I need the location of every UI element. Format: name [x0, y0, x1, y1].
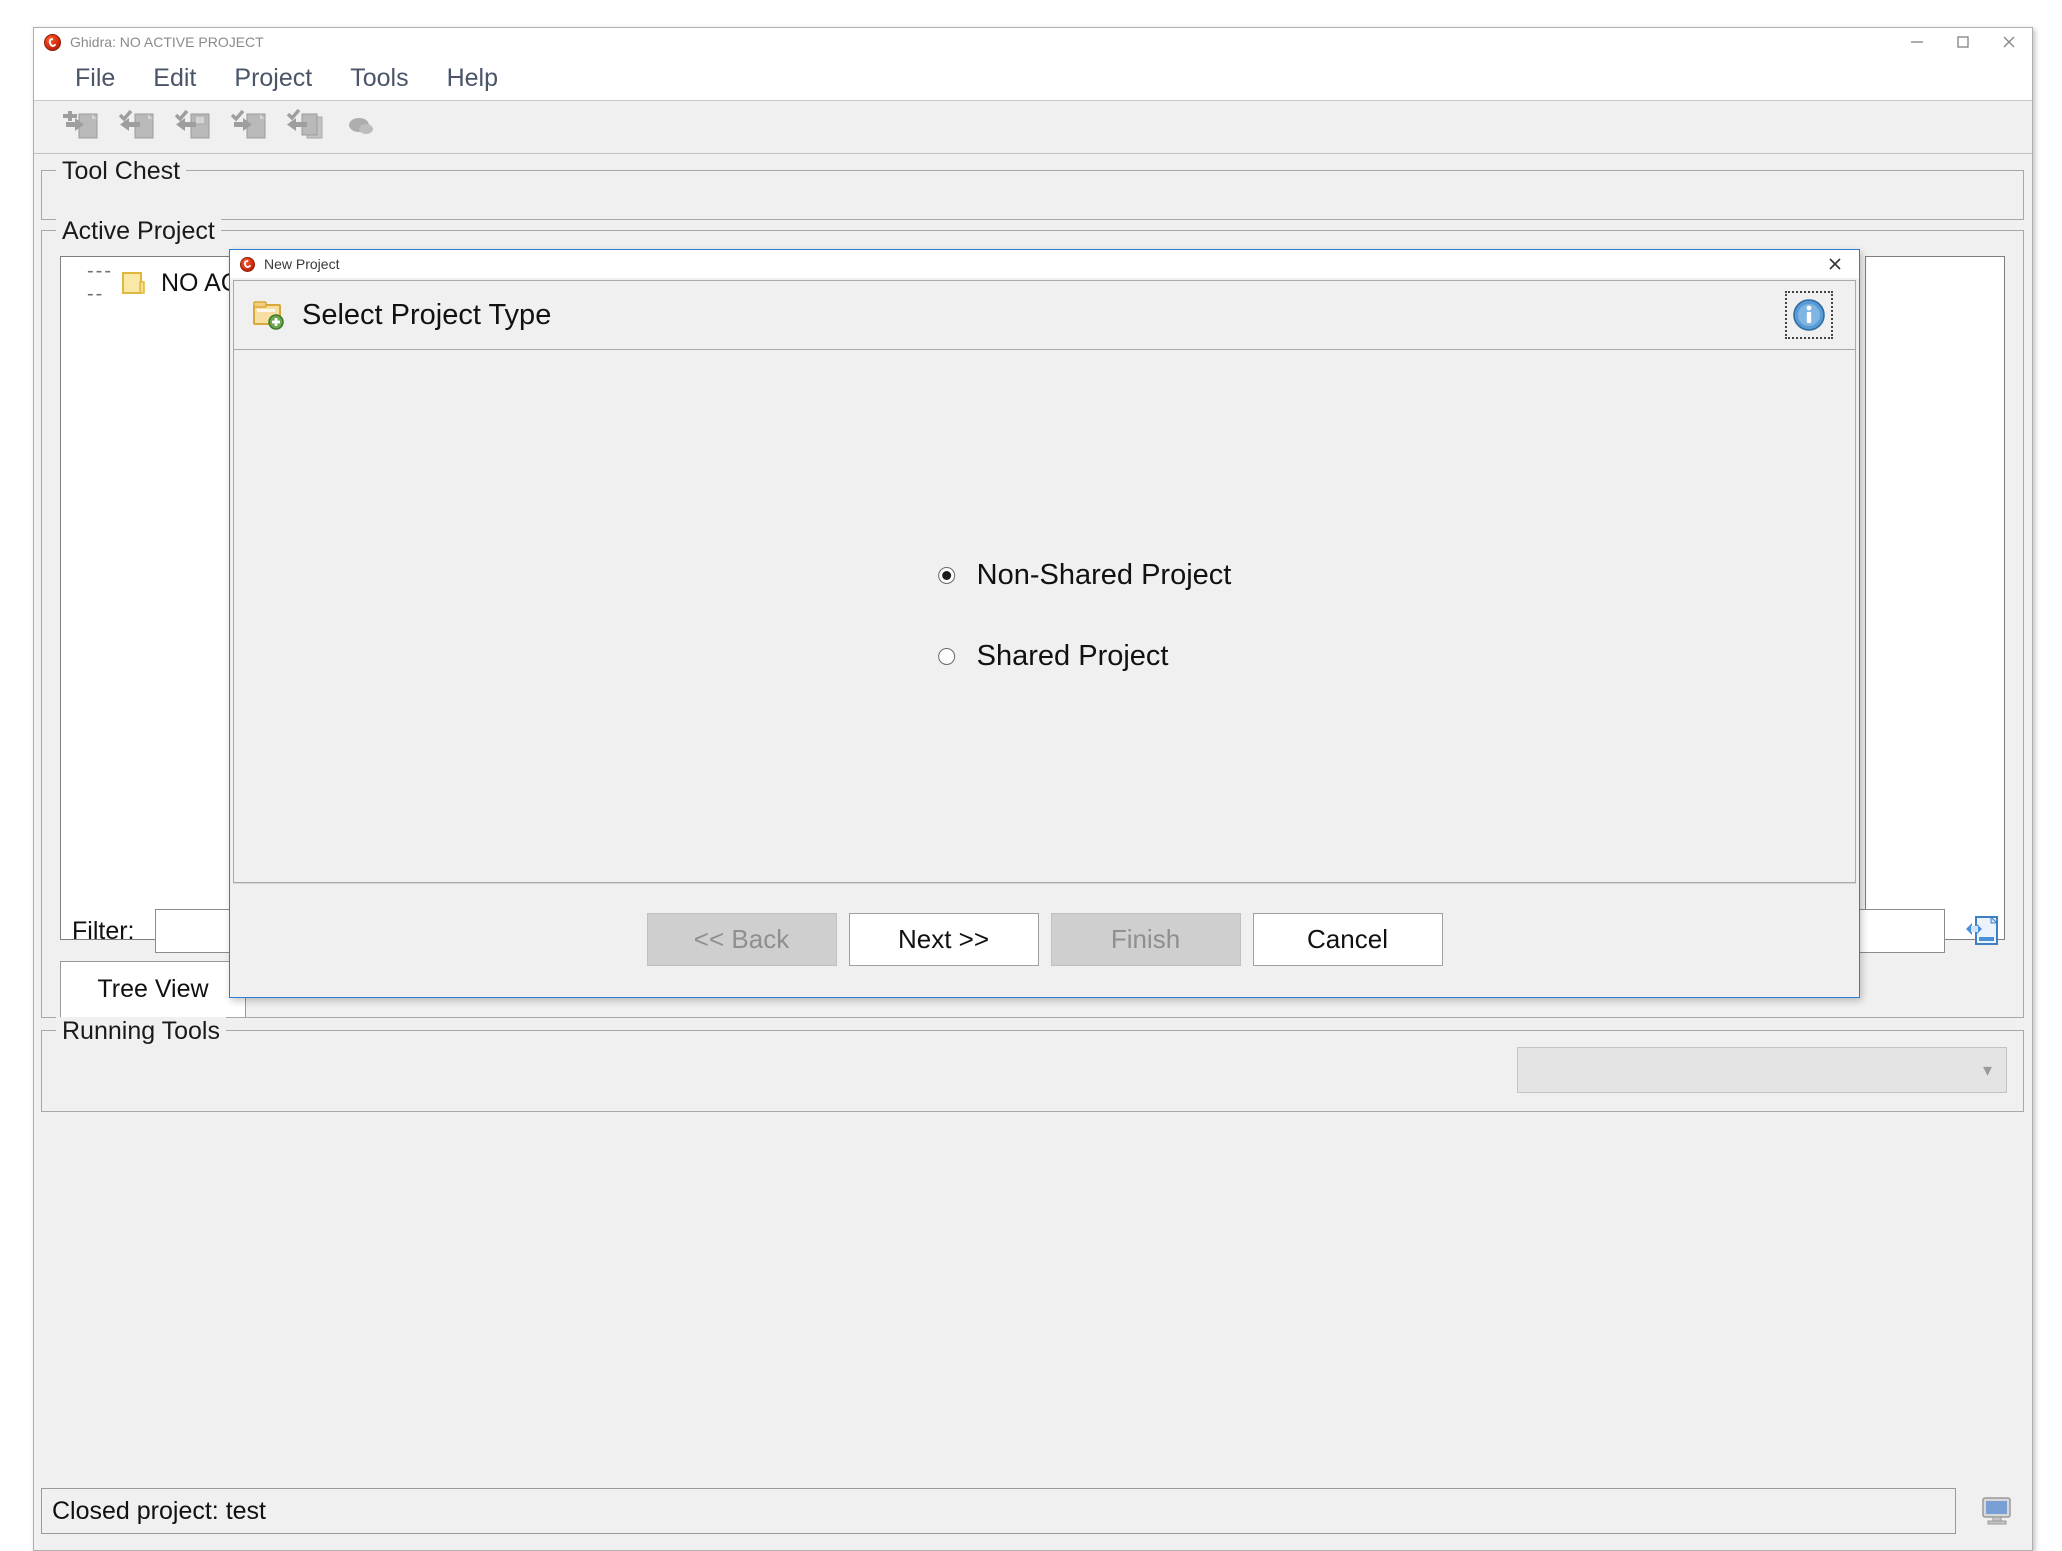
status-message: Closed project: test	[52, 1496, 266, 1525]
running-tools-title: Running Tools	[56, 1017, 226, 1046]
cancel-button[interactable]: Cancel	[1252, 912, 1443, 966]
radio-selected-icon	[937, 567, 955, 584]
menu-item-tools[interactable]: Tools	[331, 62, 427, 95]
menu-item-help[interactable]: Help	[428, 62, 517, 95]
window-title-bar: Ghidra: NO ACTIVE PROJECT	[34, 28, 2032, 56]
main-toolbar	[34, 101, 2032, 154]
dialog-footer: << Back Next >> Finish Cancel	[233, 883, 1856, 994]
tab-tree-view-label: Tree View	[97, 975, 209, 1003]
running-tools-combo[interactable]: ▾	[1517, 1047, 2007, 1093]
window-controls	[1894, 28, 2032, 56]
dialog-header: Select Project Type	[233, 280, 1856, 350]
new-project-icon[interactable]	[54, 103, 110, 151]
new-project-dialog: New Project Select Project Type Non-Shar…	[229, 249, 1860, 998]
monitor-icon[interactable]	[1970, 1488, 2024, 1534]
dialog-header-title: Select Project Type	[302, 298, 552, 331]
open-project-icon[interactable]	[110, 103, 166, 151]
folder-icon	[121, 271, 147, 295]
active-project-title: Active Project	[56, 217, 221, 246]
dialog-body: Non-Shared Project Shared Project	[233, 350, 1856, 883]
radio-option-non-shared-label: Non-Shared Project	[976, 559, 1232, 591]
radio-unselected-icon	[937, 648, 955, 665]
project-type-radio-group: Non-Shared Project Shared Project	[937, 559, 1232, 673]
tree-connector: -----	[87, 260, 113, 305]
chevron-down-icon: ▾	[1982, 1059, 1992, 1080]
tool-chest-title: Tool Chest	[56, 157, 187, 186]
radio-option-shared[interactable]: Shared Project	[937, 640, 1232, 673]
radio-option-shared-label: Shared Project	[976, 640, 1169, 672]
ghidra-dragon-icon	[44, 33, 61, 51]
open-file-system-icon[interactable]	[334, 103, 390, 151]
batch-import-icon[interactable]	[278, 103, 334, 151]
finish-button[interactable]: Finish	[1050, 912, 1241, 966]
menu-item-project[interactable]: Project	[215, 62, 331, 95]
menu-item-file[interactable]: File	[56, 62, 134, 95]
minimize-icon[interactable]	[1894, 28, 1940, 56]
ghidra-dragon-icon	[240, 256, 255, 272]
tool-chest-panel: Tool Chest	[41, 157, 2024, 220]
new-folder-icon	[252, 300, 286, 330]
status-bar: Closed project: test	[41, 1484, 2024, 1538]
tab-tree-view[interactable]: Tree View	[60, 961, 246, 1017]
dialog-window-title: New Project	[264, 256, 340, 272]
dialog-title-bar: New Project	[230, 250, 1859, 278]
radio-option-non-shared[interactable]: Non-Shared Project	[937, 559, 1232, 592]
dialog-close-icon[interactable]	[1815, 250, 1855, 278]
close-icon[interactable]	[1986, 28, 2032, 56]
next-button[interactable]: Next >>	[848, 912, 1039, 966]
save-project-icon[interactable]	[166, 103, 222, 151]
info-icon[interactable]	[1785, 291, 1833, 339]
project-detail-list[interactable]	[1865, 256, 2005, 940]
status-message-box: Closed project: test	[41, 1488, 1956, 1534]
filter-label: Filter:	[72, 916, 135, 945]
menu-bar: File Edit Project Tools Help	[34, 56, 2032, 101]
view-tab-strip: Tree View	[60, 961, 246, 1017]
menu-item-edit[interactable]: Edit	[134, 62, 215, 95]
window-title: Ghidra: NO ACTIVE PROJECT	[70, 34, 264, 50]
back-button[interactable]: << Back	[646, 912, 837, 966]
import-file-icon[interactable]	[222, 103, 278, 151]
maximize-icon[interactable]	[1940, 28, 1986, 56]
filter-document-icon[interactable]	[1959, 909, 2005, 953]
running-tools-panel: Running Tools ▾	[41, 1017, 2024, 1112]
